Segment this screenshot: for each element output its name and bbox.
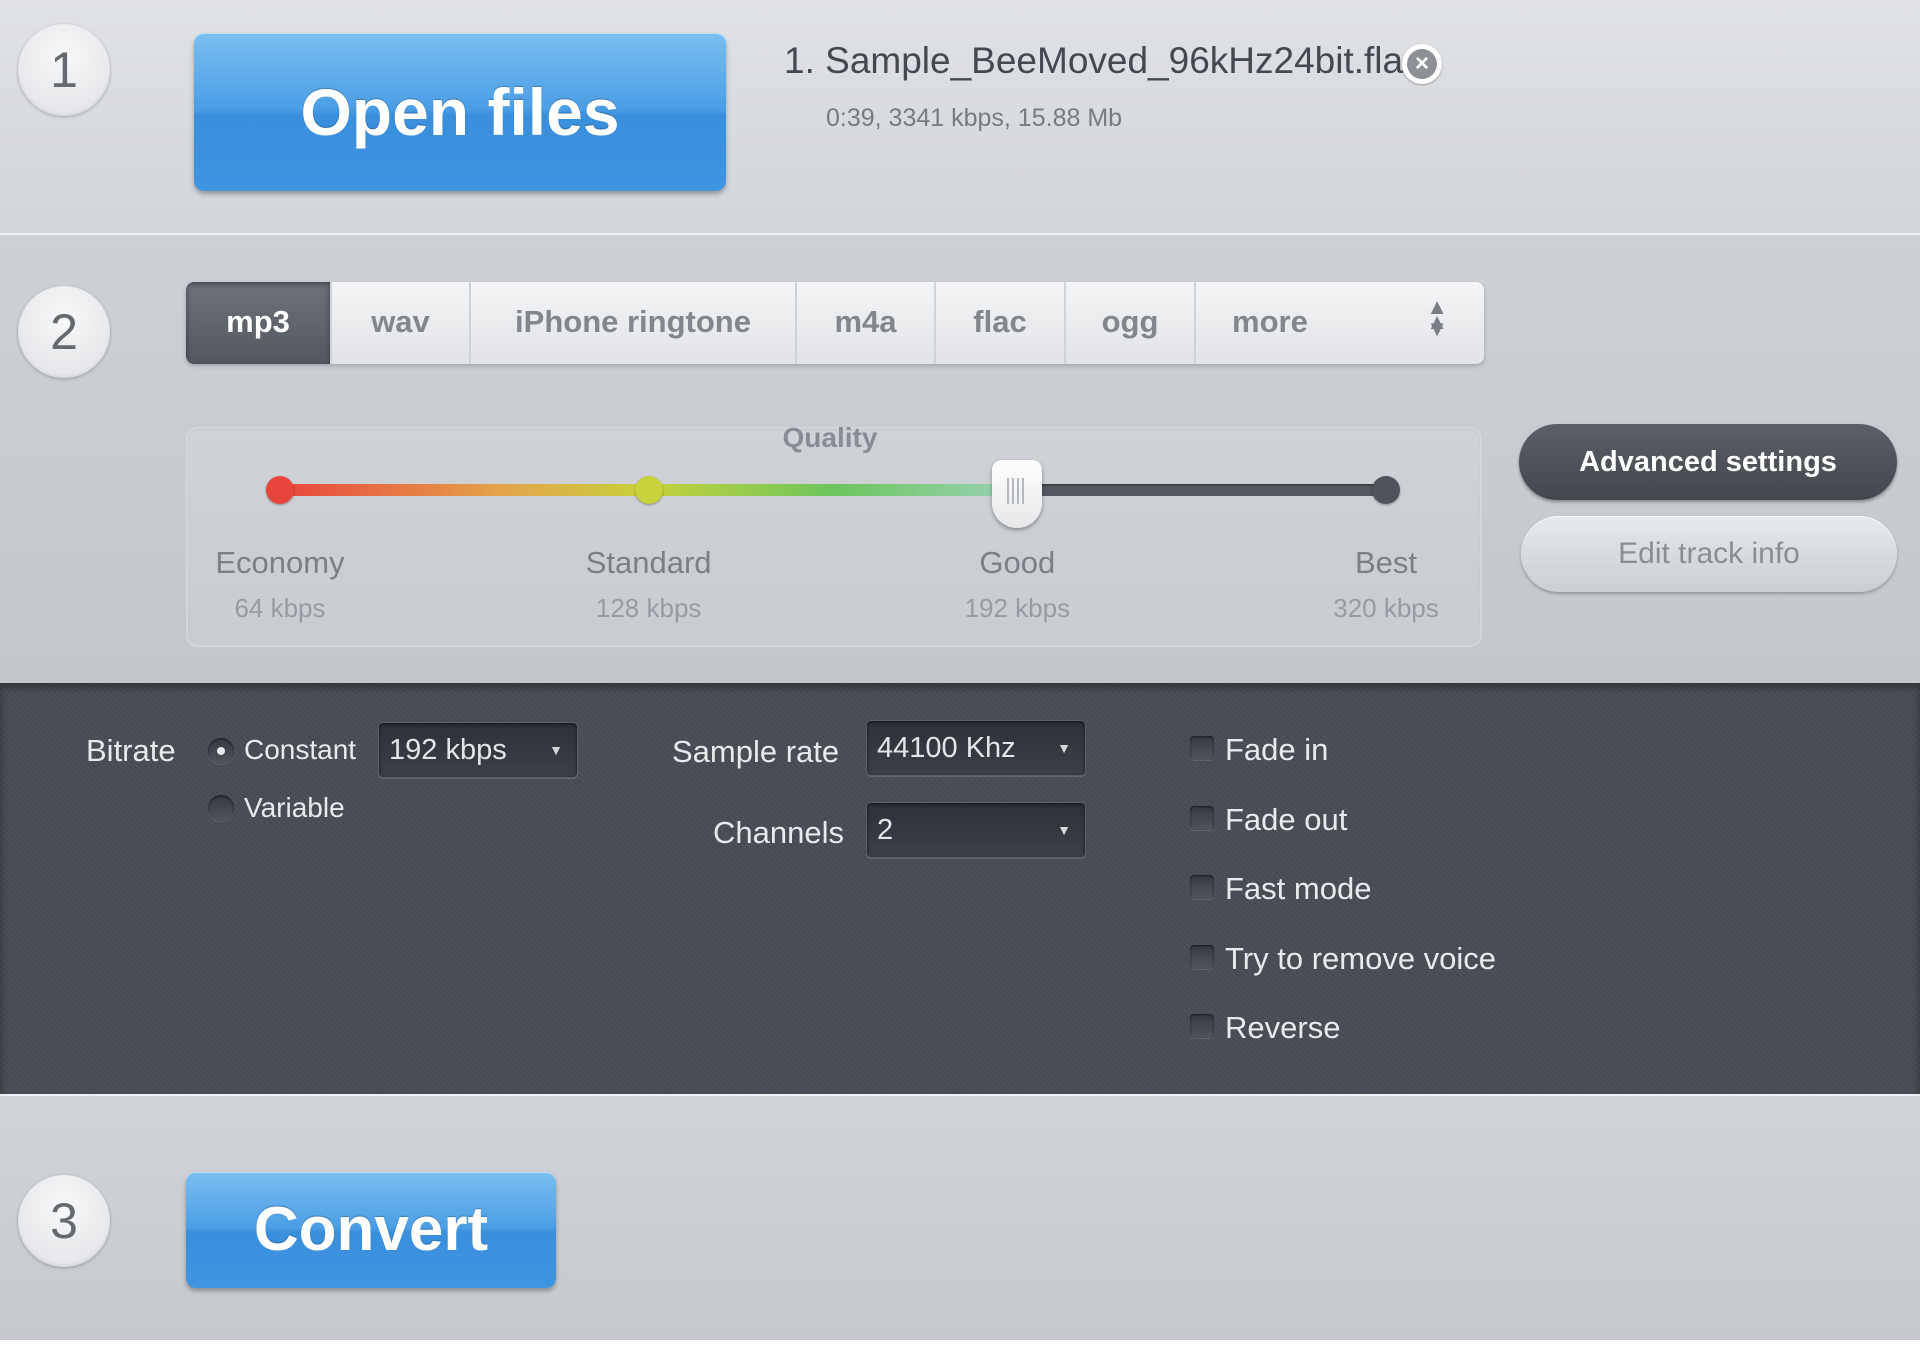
tab-m4a[interactable]: m4a	[797, 282, 936, 364]
step-3-badge: 3	[18, 1175, 110, 1267]
quality-stop-marker[interactable]	[266, 476, 294, 504]
up-down-arrows-icon: ▲ ▲ ▼	[1426, 294, 1448, 341]
tab-wav[interactable]: wav	[332, 282, 471, 364]
channels-select-value: 2	[877, 814, 894, 846]
option-checkbox[interactable]	[1190, 875, 1214, 899]
convert-button[interactable]: Convert	[186, 1172, 556, 1288]
quality-slider-thumb[interactable]	[992, 460, 1043, 528]
step-2-badge: 2	[18, 286, 110, 378]
step-1-badge: 1	[18, 24, 110, 116]
sample-rate-label: Sample rate	[672, 734, 840, 769]
tab-ogg[interactable]: ogg	[1066, 282, 1196, 364]
tab-iphone-ringtone[interactable]: iPhone ringtone	[471, 282, 797, 364]
radio-selected-dot	[217, 747, 225, 755]
more-formats-dropdown[interactable]: more ▲ ▲ ▼	[1196, 282, 1484, 364]
grip-icon	[1007, 478, 1028, 504]
quality-stop-kbps: 128 kbps	[595, 593, 702, 623]
bitrate-constant-label: Constant	[244, 734, 357, 765]
bitrate-select[interactable]: 192 kbps ▼	[378, 722, 578, 778]
quality-title: Quality	[782, 422, 878, 453]
quality-stop-kbps: 320 kbps	[1333, 593, 1439, 623]
channels-label: Channels	[713, 815, 844, 850]
sample-rate-select-value: 44100 Khz	[877, 732, 1016, 764]
file-name: 1. Sample_BeeMoved_96kHz24bit.flac	[784, 40, 1422, 81]
option-label: Reverse	[1225, 1010, 1341, 1045]
option-checkbox[interactable]	[1190, 944, 1214, 969]
remove-file-button[interactable]: ×	[1402, 44, 1442, 84]
app-window: 1 Open files 1. Sample_BeeMoved_96kHz24b…	[0, 0, 1920, 1340]
option-checkbox[interactable]	[1190, 1014, 1214, 1038]
bitrate-variable-label: Variable	[244, 792, 345, 823]
chevron-down-icon: ▼	[549, 742, 563, 758]
option-checkbox[interactable]	[1190, 805, 1214, 830]
channels-select[interactable]: 2 ▼	[866, 802, 1086, 858]
close-circle-icon: ×	[1407, 49, 1437, 79]
quality-stop-label: Good	[979, 545, 1056, 580]
quality-stop-kbps: 64 kbps	[234, 593, 326, 623]
bitrate-constant-radio[interactable]	[208, 738, 234, 764]
bitrate-select-value: 192 kbps	[389, 734, 507, 766]
tab-flac[interactable]: flac	[936, 282, 1066, 364]
option-checkbox[interactable]	[1190, 736, 1214, 760]
sample-rate-select[interactable]: 44100 Khz ▼	[866, 720, 1086, 776]
file-meta: 0:39, 3341 kbps, 15.88 Mb	[826, 104, 1123, 132]
more-label: more	[1232, 304, 1308, 339]
quality-stop-marker[interactable]	[1372, 476, 1400, 504]
chevron-down-icon: ▼	[1057, 822, 1071, 838]
option-label: Try to remove voice	[1225, 940, 1497, 976]
edit-track-info-button[interactable]: Edit track info	[1521, 516, 1897, 592]
chevron-down-icon: ▼	[1057, 740, 1071, 756]
bitrate-variable-radio[interactable]	[208, 795, 234, 821]
quality-stop-label: Standard	[585, 545, 712, 580]
tab-mp3[interactable]: mp3	[186, 282, 332, 364]
advanced-settings-button[interactable]: Advanced settings	[1519, 424, 1897, 500]
open-files-button[interactable]: Open files	[194, 33, 726, 191]
quality-stop-label: Economy	[215, 545, 345, 580]
quality-stop-marker[interactable]	[634, 476, 663, 504]
quality-stop-label: Best	[1354, 545, 1418, 580]
option-label: Fade out	[1225, 801, 1348, 837]
bitrate-label: Bitrate	[86, 733, 176, 768]
format-tabs: mp3 wav iPhone ringtone m4a flac ogg mor…	[186, 282, 1484, 364]
option-label: Fade in	[1225, 732, 1329, 767]
option-label: Fast mode	[1225, 871, 1372, 906]
quality-stop-kbps: 192 kbps	[964, 593, 1071, 623]
